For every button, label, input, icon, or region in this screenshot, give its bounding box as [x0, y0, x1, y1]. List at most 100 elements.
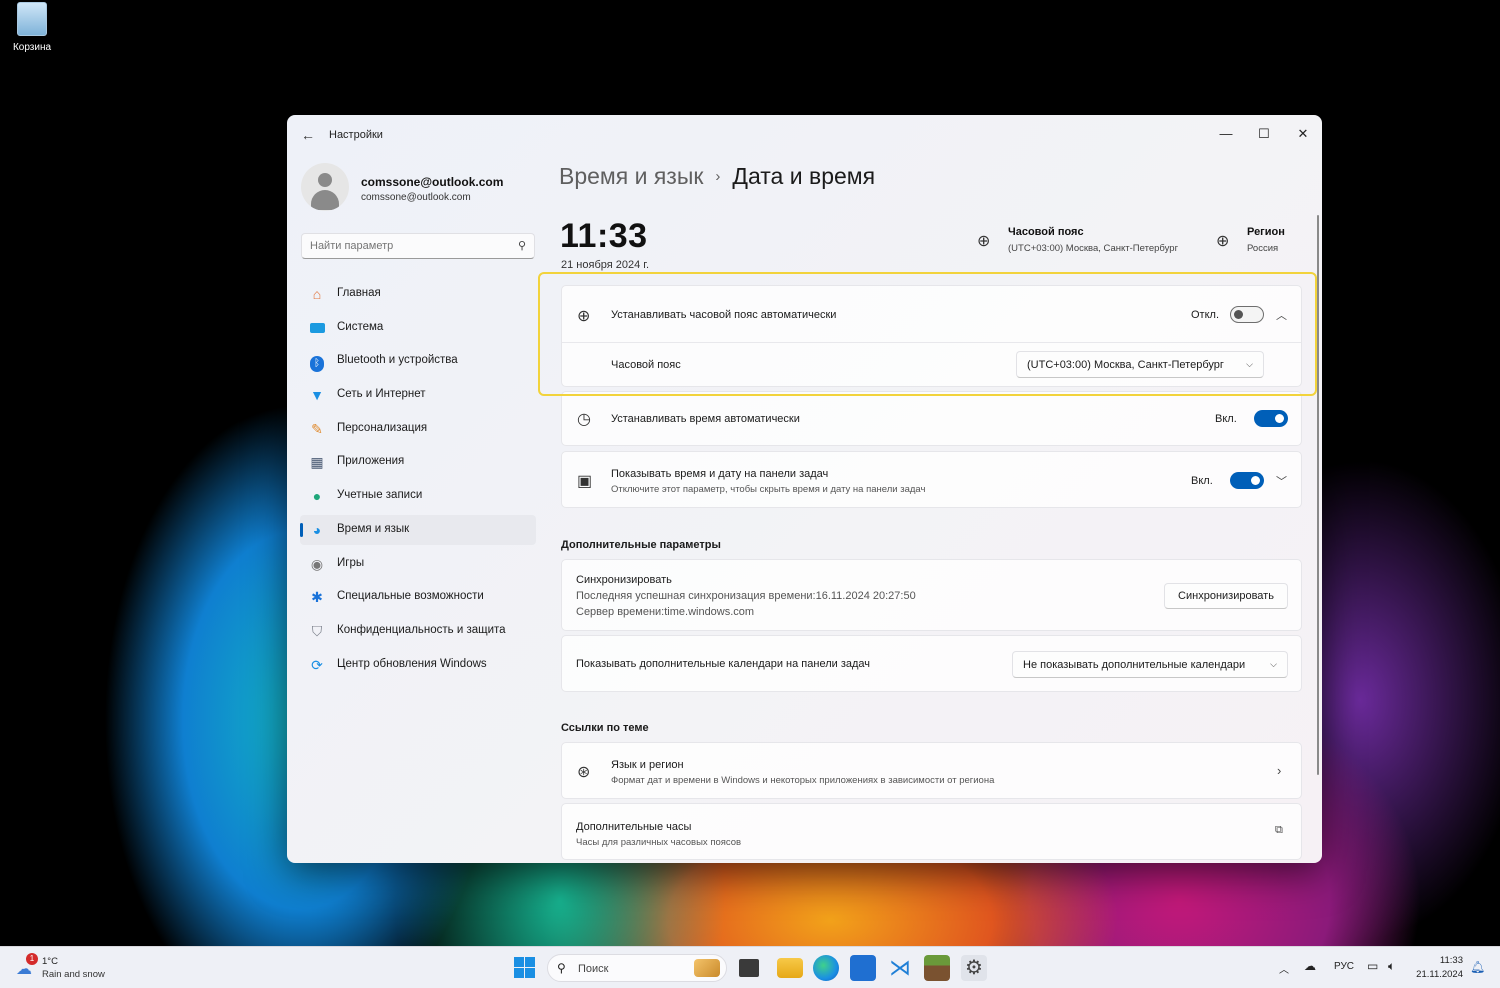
chevron-down-icon: ⌵	[1270, 659, 1277, 669]
chevron-up-icon[interactable]: ︿	[1279, 961, 1289, 976]
weather-widget[interactable]: ☁ 1 1°C Rain and snow	[14, 953, 124, 983]
calendars-dropdown[interactable]: Не показывать дополнительные календари ⌵	[1012, 651, 1288, 678]
system-icon	[308, 319, 326, 337]
auto-time-state: Вкл.	[1215, 413, 1237, 425]
region-summary-value: Россия	[1247, 243, 1279, 254]
app-title: Настройки	[329, 129, 383, 141]
sidebar-item-privacy[interactable]: ⛉ Конфиденциальность и защита	[300, 616, 536, 646]
region-summary-title: Регион	[1247, 226, 1285, 238]
timezone-summary-title: Часовой пояс	[1008, 226, 1084, 238]
search-icon[interactable]: ⚲	[518, 239, 526, 252]
scrollbar[interactable]	[1317, 215, 1319, 775]
sidebar-item-home[interactable]: ⌂ Главная	[300, 279, 536, 309]
additional-clocks-description: Часы для различных часовых поясов	[576, 837, 742, 848]
taskbar: ☁ 1 1°C Rain and snow ⚲ Поиск ⋊ ⚙ ︿ ☁ РУ…	[0, 946, 1500, 988]
sidebar-item-bluetooth[interactable]: ᛒ Bluetooth и устройства	[300, 346, 536, 376]
search-input[interactable]	[310, 240, 510, 252]
recycle-bin-shortcut[interactable]: Корзина	[8, 2, 56, 53]
current-date: 21 ноября 2024 г.	[561, 259, 649, 271]
sync-server: Сервер времени:time.windows.com	[576, 606, 755, 618]
task-view-icon[interactable]	[739, 959, 759, 977]
sidebar-item-accessibility[interactable]: ✱ Специальные возможности	[300, 582, 536, 612]
taskbar-search[interactable]: ⚲ Поиск	[547, 954, 727, 982]
calendars-label: Показывать дополнительные календари на п…	[576, 658, 871, 670]
sidebar-item-label: Специальные возможности	[337, 590, 484, 603]
sync-button[interactable]: Синхронизировать	[1164, 583, 1288, 609]
sidebar-item-system[interactable]: Система	[300, 313, 536, 343]
breadcrumb: Время и язык › Дата и время	[559, 163, 875, 190]
close-button[interactable]: ✕	[1285, 121, 1321, 147]
additional-section-title: Дополнительные параметры	[561, 539, 721, 551]
maximize-button[interactable]: ☐	[1246, 121, 1282, 147]
wifi-icon: ▼	[310, 387, 324, 404]
volume-icon[interactable]: 🔈︎	[1388, 959, 1395, 974]
back-arrow-icon[interactable]: ←	[301, 127, 315, 143]
auto-timezone-toggle[interactable]	[1230, 306, 1264, 323]
show-taskbar-time-label: Показывать время и дату на панели задач	[611, 468, 829, 480]
minecraft-icon[interactable]	[924, 955, 950, 981]
taskbar-search-label: Поиск	[578, 963, 609, 975]
gamepad-icon: ◉	[310, 555, 324, 572]
chevron-right-icon: ›	[1277, 763, 1282, 778]
store-icon[interactable]	[850, 955, 876, 981]
sidebar-nav: ⌂ Главная Система ᛒ Bluetooth и устройст…	[300, 279, 536, 683]
sidebar-item-personalization[interactable]: ✎ Персонализация	[300, 414, 536, 444]
sidebar-item-time-language[interactable]: ◕ Время и язык	[300, 514, 536, 545]
network-icon[interactable]: ▭	[1367, 959, 1378, 973]
sidebar-item-apps[interactable]: ▦ Приложения	[300, 447, 536, 477]
sidebar-item-label: Игры	[337, 556, 365, 569]
show-taskbar-time-toggle[interactable]	[1230, 472, 1264, 489]
show-taskbar-time-state: Вкл.	[1191, 475, 1213, 487]
breadcrumb-separator: ›	[715, 168, 721, 185]
auto-time-toggle[interactable]	[1254, 410, 1288, 427]
additional-clocks-title: Дополнительные часы	[576, 821, 692, 833]
tray-clock[interactable]: 11:33 21.11.2024	[1415, 954, 1463, 982]
weather-temperature: 1°C	[42, 956, 58, 967]
related-section-title: Ссылки по теме	[561, 722, 649, 734]
home-icon: ⌂	[312, 286, 322, 302]
breadcrumb-parent[interactable]: Время и язык	[559, 163, 703, 189]
sidebar-item-accounts[interactable]: ● Учетные записи	[300, 481, 536, 511]
sidebar-item-network[interactable]: ▼ Сеть и Интернет	[300, 380, 536, 410]
additional-clocks-link[interactable]: Дополнительные часы Часы для различных ч…	[561, 803, 1302, 860]
sync-last: Последняя успешная синхронизация времени…	[576, 590, 916, 602]
globe-icon: ⊕	[1216, 233, 1230, 250]
accessibility-icon: ✱	[311, 589, 323, 606]
sidebar-item-windows-update[interactable]: ⟳ Центр обновления Windows	[300, 650, 536, 680]
weather-description: Rain and snow	[42, 969, 105, 980]
search-icon: ⚲	[557, 961, 566, 975]
minimize-button[interactable]: —	[1208, 121, 1244, 147]
search-box[interactable]: ⚲	[301, 233, 535, 259]
vscode-icon[interactable]: ⋊	[887, 955, 913, 981]
apps-icon: ▦	[310, 454, 324, 471]
profile-name: comssone@outlook.com	[361, 175, 504, 189]
start-button[interactable]	[512, 955, 538, 981]
language-region-link[interactable]: ⊛ Язык и регион Формат дат и времени в W…	[561, 742, 1302, 799]
user-profile[interactable]: comssone@outlook.com comssone@outlook.co…	[301, 161, 541, 215]
file-explorer-icon[interactable]	[777, 958, 803, 978]
sidebar-item-gaming[interactable]: ◉ Игры	[300, 549, 536, 579]
sidebar-item-label: Главная	[337, 287, 381, 299]
language-indicator[interactable]: РУС	[1334, 961, 1354, 972]
show-taskbar-time-card: ▣ Показывать время и дату на панели зада…	[561, 451, 1302, 508]
sync-title: Синхронизировать	[576, 574, 672, 586]
edge-icon[interactable]	[813, 955, 839, 981]
auto-time-card: ◷ Устанавливать время автоматически Вкл.	[561, 391, 1302, 446]
onedrive-icon[interactable]: ☁	[1304, 959, 1316, 973]
bluetooth-icon: ᛒ	[308, 352, 326, 373]
timezone-summary-value: (UTC+03:00) Москва, Санкт-Петербург	[1008, 243, 1179, 254]
title-bar: ← Настройки — ☐ ✕	[287, 115, 1322, 155]
timezone-dropdown[interactable]: (UTC+03:00) Москва, Санкт-Петербург ⌵	[1016, 351, 1264, 378]
calendars-card: Показывать дополнительные календари на п…	[561, 635, 1302, 692]
sidebar-item-label: Конфиденциальность и защита	[337, 623, 506, 636]
settings-app-icon[interactable]: ⚙	[961, 955, 987, 981]
chevron-up-icon[interactable]: ︿	[1276, 307, 1287, 323]
notification-bell-icon[interactable]: 🔔︎	[1470, 960, 1485, 974]
settings-window: ← Настройки — ☐ ✕ comssone@outlook.com c…	[287, 115, 1322, 863]
page-title: Дата и время	[732, 163, 876, 189]
chevron-down-icon[interactable]: ﹀	[1276, 473, 1287, 489]
sidebar-item-label: Сеть и Интернет	[337, 388, 426, 401]
auto-timezone-state: Откл.	[1191, 309, 1220, 321]
auto-timezone-label: Устанавливать часовой пояс автоматически	[611, 309, 837, 321]
recycle-bin-icon	[17, 2, 47, 36]
